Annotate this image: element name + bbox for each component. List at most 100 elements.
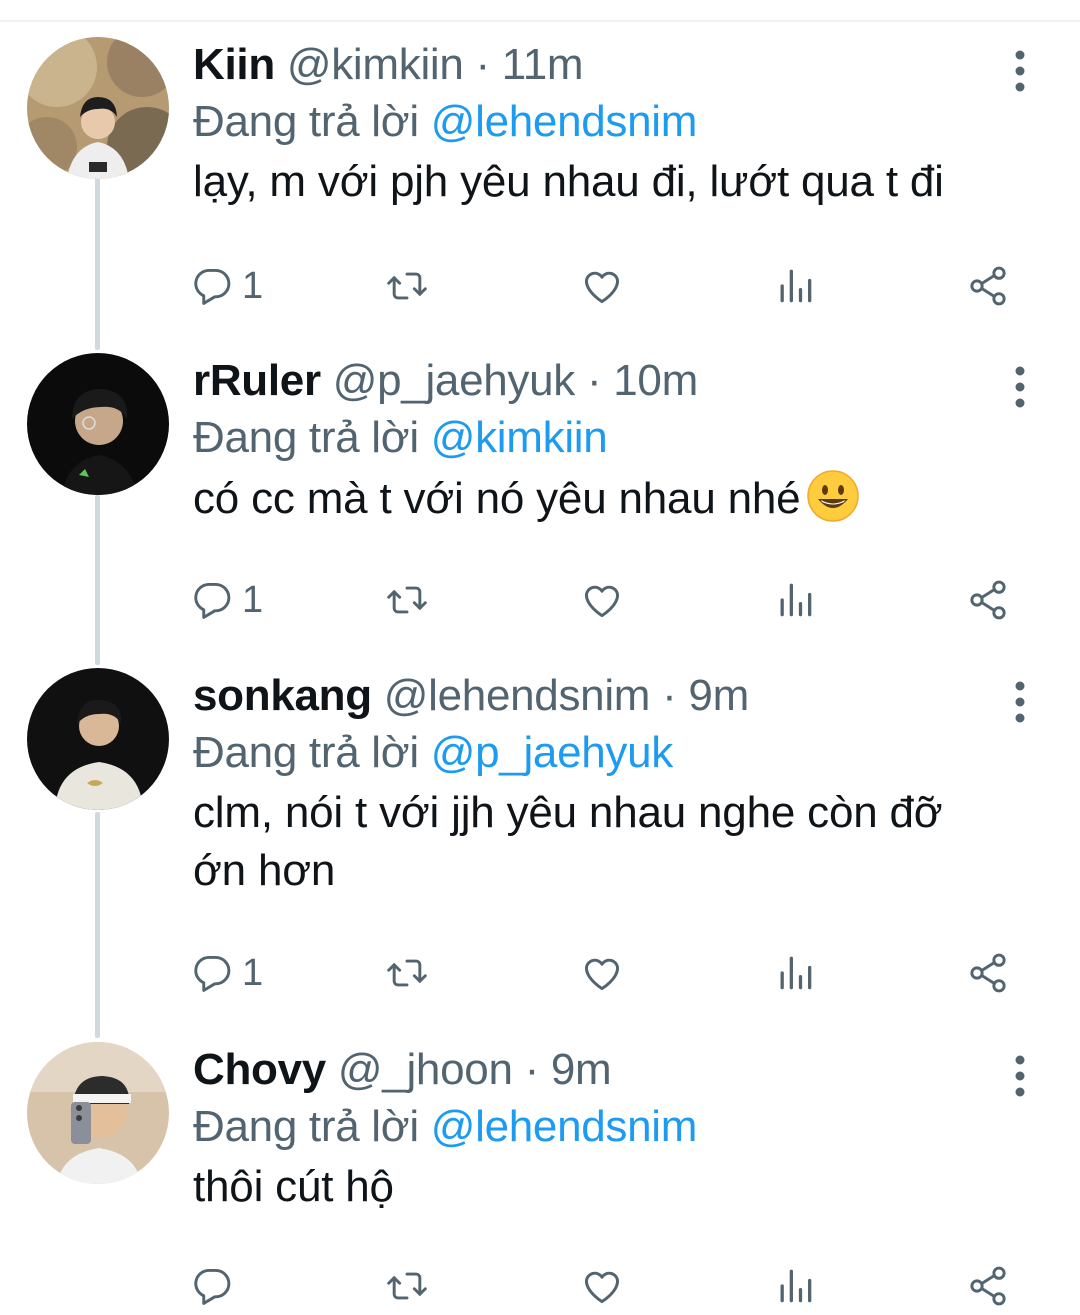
profile-photo-outdoor bbox=[27, 37, 169, 179]
replying-to: Đang trả lời @kimkiin bbox=[193, 409, 1013, 467]
retweet-button[interactable] bbox=[385, 1256, 429, 1315]
replying-to-link[interactable]: @kimkiin bbox=[431, 413, 608, 462]
timestamp[interactable]: 9m bbox=[688, 671, 749, 720]
views-button[interactable] bbox=[773, 1256, 817, 1315]
tweet-text: có cc mà t với nó yêu nhau nhé bbox=[193, 469, 1013, 528]
retweet-button[interactable] bbox=[385, 256, 429, 316]
tweet-text-content: lạy, m với pjh yêu nhau đi, lướt qua t đ… bbox=[193, 157, 944, 206]
separator: · bbox=[662, 671, 677, 720]
replying-to-link[interactable]: @lehendsnim bbox=[431, 97, 698, 146]
more-options-button[interactable] bbox=[1000, 359, 1040, 415]
reply-count: 1 bbox=[242, 951, 264, 994]
more-options-button[interactable] bbox=[1000, 1048, 1040, 1104]
user-handle[interactable]: @p_jaehyuk bbox=[333, 356, 576, 405]
more-options-button[interactable] bbox=[1000, 43, 1040, 99]
views-button[interactable] bbox=[773, 570, 817, 630]
grinning-face-emoji bbox=[807, 470, 860, 522]
heart-icon bbox=[584, 271, 620, 304]
more-options-icon bbox=[1015, 681, 1025, 723]
share-icon bbox=[970, 580, 1006, 620]
display-name[interactable]: rRuler bbox=[193, 356, 321, 405]
reply-icon bbox=[194, 582, 231, 619]
reply-icon bbox=[194, 1268, 231, 1305]
tweet-text-content: thôi cút hộ bbox=[193, 1162, 394, 1211]
heart-icon bbox=[584, 958, 620, 991]
user-handle[interactable]: @_jhoon bbox=[338, 1045, 513, 1094]
avatar[interactable] bbox=[27, 668, 169, 810]
timestamp[interactable]: 9m bbox=[551, 1045, 612, 1094]
reply-button[interactable]: 1 bbox=[190, 570, 263, 630]
share-button[interactable] bbox=[966, 1256, 1010, 1315]
like-button[interactable] bbox=[580, 943, 624, 1003]
tweet-text-line: ớn hơn bbox=[193, 846, 336, 895]
reply-button[interactable] bbox=[190, 1256, 242, 1315]
timestamp[interactable]: 11m bbox=[502, 40, 584, 89]
divider bbox=[0, 20, 1080, 22]
tweet-text-line: clm, nói t với jjh yêu nhau nghe còn đỡ bbox=[193, 788, 943, 837]
views-icon bbox=[780, 1269, 812, 1303]
share-icon bbox=[970, 266, 1006, 306]
like-button[interactable] bbox=[580, 570, 624, 630]
avatar[interactable] bbox=[27, 1042, 169, 1184]
share-icon bbox=[970, 1266, 1006, 1306]
views-icon bbox=[780, 583, 812, 617]
share-icon bbox=[970, 953, 1006, 993]
like-button[interactable] bbox=[580, 1256, 624, 1315]
share-button[interactable] bbox=[966, 943, 1010, 1003]
more-options-button[interactable] bbox=[1000, 674, 1040, 730]
tweet-header: sonkang @lehendsnim · 9m bbox=[193, 668, 1013, 724]
views-icon bbox=[780, 956, 812, 990]
tweet-text-content: có cc mà t với nó yêu nhau nhé bbox=[193, 474, 801, 523]
profile-photo-dark bbox=[27, 353, 169, 495]
timestamp[interactable]: 10m bbox=[613, 356, 698, 405]
tweet-text: thôi cút hộ bbox=[193, 1158, 1013, 1216]
more-options-icon bbox=[1015, 1055, 1025, 1097]
replying-to-link[interactable]: @p_jaehyuk bbox=[431, 728, 674, 777]
replying-to: Đang trả lời @lehendsnim bbox=[193, 1098, 1013, 1156]
like-button[interactable] bbox=[580, 256, 624, 316]
profile-photo-white-shirt bbox=[27, 668, 169, 810]
reply-icon bbox=[194, 268, 231, 305]
retweet-button[interactable] bbox=[385, 943, 429, 1003]
avatar[interactable] bbox=[27, 37, 169, 179]
separator: · bbox=[524, 1045, 540, 1094]
thread-connector bbox=[95, 178, 100, 350]
replying-to-label: Đang trả lời bbox=[193, 728, 419, 777]
tweet-header: Chovy @_jhoon · 9m bbox=[193, 1042, 1013, 1098]
display-name[interactable]: sonkang bbox=[193, 671, 372, 720]
retweet-button[interactable] bbox=[385, 570, 429, 630]
action-bar: 1 bbox=[190, 943, 1020, 1003]
profile-photo-selfie bbox=[27, 1042, 169, 1184]
replying-to-link[interactable]: @lehendsnim bbox=[431, 1102, 698, 1151]
retweet-icon bbox=[387, 1272, 427, 1300]
tweet-text: lạy, m với pjh yêu nhau đi, lướt qua t đ… bbox=[193, 153, 1013, 211]
replying-to-label: Đang trả lời bbox=[193, 1102, 419, 1151]
replying-to: Đang trả lời @lehendsnim bbox=[193, 93, 1013, 151]
retweet-icon bbox=[387, 272, 427, 300]
reply-button[interactable]: 1 bbox=[190, 943, 263, 1003]
replying-to-label: Đang trả lời bbox=[193, 413, 419, 462]
reply-button[interactable]: 1 bbox=[190, 256, 263, 316]
replying-to: Đang trả lời @p_jaehyuk bbox=[193, 724, 1013, 782]
action-bar bbox=[190, 1256, 1020, 1315]
tweet-text: clm, nói t với jjh yêu nhau nghe còn đỡ … bbox=[193, 784, 1013, 900]
share-button[interactable] bbox=[966, 570, 1010, 630]
avatar[interactable] bbox=[27, 353, 169, 495]
display-name[interactable]: Chovy bbox=[193, 1045, 326, 1094]
thread-connector bbox=[95, 495, 100, 665]
views-button[interactable] bbox=[773, 256, 817, 316]
user-handle[interactable]: @lehendsnim bbox=[384, 671, 651, 720]
tweet-header: rRuler @p_jaehyuk · 10m bbox=[193, 353, 1013, 409]
share-button[interactable] bbox=[966, 256, 1010, 316]
display-name[interactable]: Kiin bbox=[193, 40, 275, 89]
views-button[interactable] bbox=[773, 943, 817, 1003]
action-bar: 1 bbox=[190, 256, 1020, 316]
separator: · bbox=[475, 40, 491, 89]
reply-icon bbox=[194, 955, 231, 992]
reply-count: 1 bbox=[242, 264, 264, 307]
thread-connector bbox=[95, 812, 100, 1038]
user-handle[interactable]: @kimkiin bbox=[287, 40, 464, 89]
action-bar: 1 bbox=[190, 570, 1020, 630]
separator: · bbox=[586, 356, 602, 405]
more-options-icon bbox=[1015, 366, 1025, 408]
